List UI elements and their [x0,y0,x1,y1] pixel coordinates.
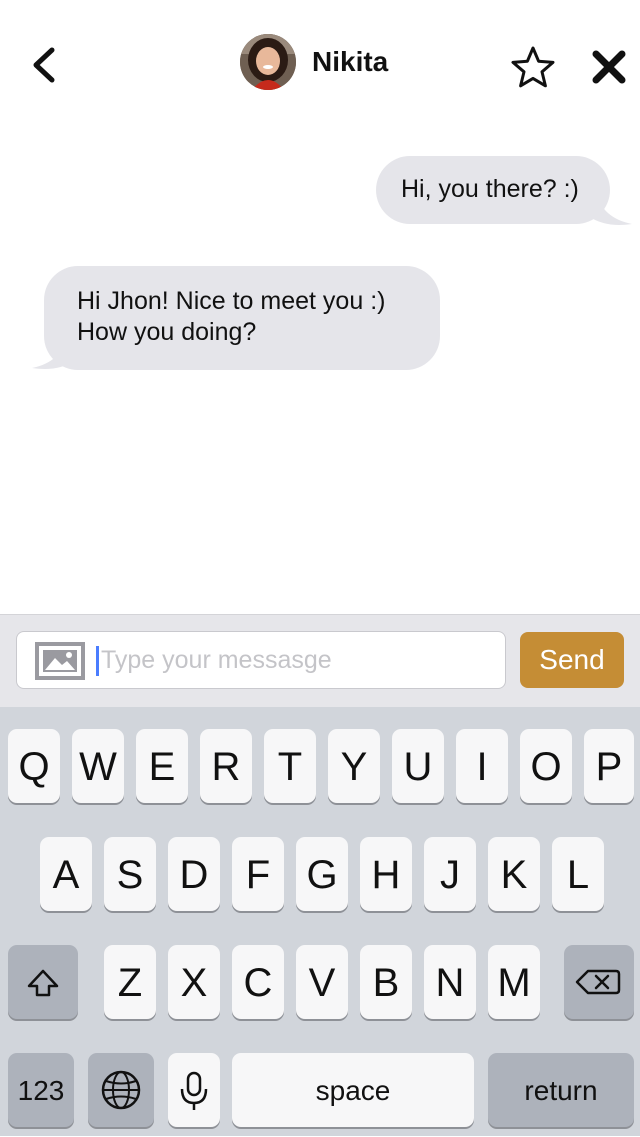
key-label: A [52,853,80,897]
outgoing-message: Hi, you there? :) [372,156,634,228]
text-caret [96,646,99,676]
key-t[interactable]: T [264,729,316,803]
key-f[interactable]: F [232,837,284,911]
send-button[interactable]: Send [520,632,624,688]
key-r[interactable]: R [200,729,252,803]
key-label: Q [18,745,50,789]
key-m[interactable]: M [488,945,540,1019]
key-label: H [371,853,401,897]
key-label: Z [117,961,143,1005]
key-label: 123 [17,1075,65,1106]
space-key[interactable]: space [232,1053,474,1127]
globe-icon [101,1070,141,1110]
key-label: return [524,1075,598,1106]
key-i[interactable]: I [456,729,508,803]
return-key[interactable]: return [488,1053,634,1127]
favorite-button[interactable] [510,44,556,90]
key-c[interactable]: C [232,945,284,1019]
message-input[interactable] [101,640,497,680]
key-label: V [308,961,336,1005]
key-label: G [306,853,338,897]
key-x[interactable]: X [168,945,220,1019]
key-label: J [440,853,460,897]
key-label: C [243,961,273,1005]
back-chevron-icon [33,47,55,83]
key-label: O [530,745,562,789]
message-text: Hi Jhon! Nice to meet you :) How you doi… [77,287,386,346]
key-label: W [79,745,117,789]
key-label: B [372,961,400,1005]
key-label: F [245,853,271,897]
message-text: Hi, you there? :) [401,175,579,203]
key-label: space [315,1075,391,1106]
key-u[interactable]: U [392,729,444,803]
key-label: X [180,961,208,1005]
message-input-box[interactable] [16,631,506,689]
incoming-bubble: Hi Jhon! Nice to meet you :) How you doi… [44,266,440,370]
key-q[interactable]: Q [8,729,60,803]
key-s[interactable]: S [104,837,156,911]
key-z[interactable]: Z [104,945,156,1019]
key-p[interactable]: P [584,729,634,803]
key-label: M [497,961,531,1005]
image-icon [35,642,85,680]
globe-key[interactable] [88,1053,154,1127]
contact-name: Nikita [312,46,389,77]
backspace-key[interactable] [564,945,634,1019]
chat-header: Nikita [0,0,640,130]
microphone-icon [180,1071,208,1110]
key-n[interactable]: N [424,945,476,1019]
shift-icon [27,969,59,997]
key-label: P [595,745,623,789]
numbers-key[interactable]: 123 [8,1053,74,1127]
key-g[interactable]: G [296,837,348,911]
key-label: K [500,853,528,897]
avatar[interactable] [240,34,296,90]
key-label: L [566,853,590,897]
key-label: D [179,853,209,897]
key-o[interactable]: O [520,729,572,803]
key-label: N [435,961,465,1005]
key-b[interactable]: B [360,945,412,1019]
key-label: U [403,745,433,789]
key-label: E [148,745,176,789]
back-button[interactable] [26,42,66,88]
key-h[interactable]: H [360,837,412,911]
key-a[interactable]: A [40,837,92,911]
key-e[interactable]: E [136,729,188,803]
key-label: I [476,745,488,789]
key-l[interactable]: L [552,837,604,911]
close-button[interactable] [590,48,628,86]
dictation-key[interactable] [168,1053,220,1127]
key-k[interactable]: K [488,837,540,911]
key-d[interactable]: D [168,837,220,911]
key-v[interactable]: V [296,945,348,1019]
key-j[interactable]: J [424,837,476,911]
close-icon [592,50,626,84]
shift-key[interactable] [8,945,78,1019]
key-label: Y [340,745,368,789]
key-label: S [116,853,144,897]
key-w[interactable]: W [72,729,124,803]
keyboard: Q W E R T Y U I O P A S D F G H J K L Z … [0,707,640,1136]
message-composer: Send [0,614,640,707]
key-label: T [277,745,303,789]
key-y[interactable]: Y [328,729,380,803]
incoming-message: Hi Jhon! Nice to meet you :) How you doi… [30,266,442,372]
backspace-icon [575,969,621,995]
outgoing-bubble: Hi, you there? :) [376,156,610,224]
star-icon [511,46,555,88]
attach-image-button[interactable] [35,642,85,680]
key-label: R [211,745,241,789]
